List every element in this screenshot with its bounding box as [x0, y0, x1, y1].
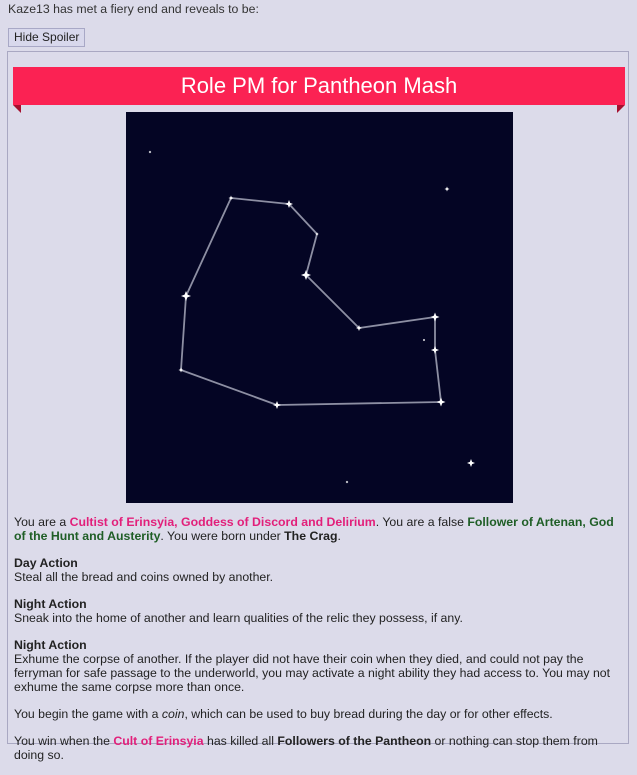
- action-heading: Night Action: [14, 597, 87, 611]
- action-block: Night Action Sneak into the home of anot…: [14, 597, 620, 625]
- star-core: [180, 369, 182, 371]
- post-intro: Kaze13 has met a fiery end and reveals t…: [8, 2, 259, 16]
- role-text: You are a: [14, 515, 70, 529]
- action-block: Night Action Exhume the corpse of anothe…: [14, 638, 620, 694]
- role-description: You are a Cultist of Erinsyia, Goddess o…: [14, 515, 620, 775]
- star-core: [287, 202, 291, 206]
- constellation-lines: [180, 197, 442, 406]
- star-core: [184, 294, 188, 298]
- star-core: [433, 315, 437, 319]
- role-text: . You were born under: [160, 529, 285, 543]
- role-text: You win when the: [14, 734, 114, 748]
- constellation-stars: [148, 150, 475, 484]
- star-core: [316, 233, 318, 235]
- banner-title: Role PM for Pantheon Mash: [180, 73, 458, 98]
- cult-name: Cult of Erinsyia: [113, 734, 204, 748]
- star-core: [275, 403, 279, 407]
- star-core: [358, 327, 360, 329]
- role-pm-banner: Role PM for Pantheon Mash: [13, 67, 625, 105]
- action-text: Exhume the corpse of another. If the pla…: [14, 652, 611, 694]
- role-text: . You are a false: [375, 515, 468, 529]
- role-text: You begin the game with a: [14, 707, 162, 721]
- star-core: [346, 481, 348, 483]
- constellation-svg: [148, 150, 475, 484]
- followers-name: Followers of the Pantheon: [277, 734, 432, 748]
- star-core: [469, 461, 473, 465]
- star-core: [446, 188, 448, 190]
- star-core: [149, 151, 151, 153]
- constellation-image: [126, 112, 513, 503]
- action-text: Sneak into the home of another and learn…: [14, 611, 463, 625]
- banner-fold-left: [13, 105, 21, 113]
- birth-sign: The Crag: [284, 529, 338, 543]
- role-text: has killed all: [203, 734, 278, 748]
- hide-spoiler-button[interactable]: Hide Spoiler: [8, 28, 86, 47]
- coin-paragraph: You begin the game with a coin, which ca…: [14, 707, 620, 721]
- cult-affiliation: Cultist of Erinsyia, Goddess of Discord …: [69, 515, 376, 529]
- win-condition-paragraph: You win when the Cult of Erinsyia has ki…: [14, 734, 620, 762]
- action-text: Steal all the bread and coins owned by a…: [14, 570, 274, 584]
- action-heading: Day Action: [14, 556, 78, 570]
- role-text: .: [337, 529, 341, 543]
- star-core: [439, 400, 443, 404]
- star-core: [423, 339, 425, 341]
- banner-fold-right: [617, 105, 625, 113]
- role-text: , which can be used to buy bread during …: [184, 707, 553, 721]
- action-heading: Night Action: [14, 638, 87, 652]
- star-core: [304, 273, 308, 277]
- action-block: Day Action Steal all the bread and coins…: [14, 556, 620, 584]
- star-core: [433, 348, 437, 352]
- role-identity-paragraph: You are a Cultist of Erinsyia, Goddess o…: [14, 515, 620, 543]
- star-core: [230, 197, 232, 199]
- coin-term: coin: [161, 707, 185, 721]
